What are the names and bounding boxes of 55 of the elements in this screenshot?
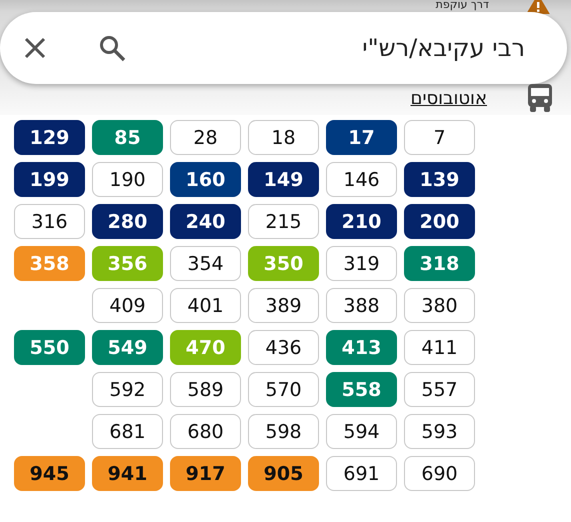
route-button[interactable]: 388 — [326, 288, 397, 323]
search-icon[interactable] — [98, 34, 126, 62]
route-button[interactable]: 149 — [248, 162, 319, 197]
buses-link[interactable]: אוטובוסים — [410, 88, 487, 108]
route-button[interactable]: 558 — [326, 372, 397, 407]
route-button[interactable]: 28 — [170, 120, 241, 155]
route-button[interactable]: 160 — [170, 162, 241, 197]
route-button[interactable]: 85 — [92, 120, 163, 155]
warning-icon — [525, 0, 551, 14]
route-button[interactable]: 401 — [170, 288, 241, 323]
route-button[interactable]: 215 — [248, 204, 319, 239]
route-button[interactable]: 594 — [326, 414, 397, 449]
route-button[interactable]: 190 — [92, 162, 163, 197]
route-button[interactable]: 199 — [14, 162, 85, 197]
close-icon[interactable] — [22, 35, 48, 61]
route-button[interactable]: 210 — [326, 204, 397, 239]
route-button[interactable]: 129 — [14, 120, 85, 155]
route-button[interactable]: 917 — [170, 456, 241, 491]
route-button[interactable]: 319 — [326, 246, 397, 281]
route-button[interactable]: 589 — [170, 372, 241, 407]
route-button[interactable]: 593 — [404, 414, 475, 449]
route-button[interactable]: 941 — [92, 456, 163, 491]
route-button[interactable]: 592 — [92, 372, 163, 407]
route-button[interactable]: 680 — [170, 414, 241, 449]
route-button[interactable]: 316 — [14, 204, 85, 239]
route-button[interactable]: 598 — [248, 414, 319, 449]
route-button[interactable]: 905 — [248, 456, 319, 491]
route-button[interactable]: 318 — [404, 246, 475, 281]
route-button[interactable]: 436 — [248, 330, 319, 365]
route-button[interactable]: 7 — [404, 120, 475, 155]
route-button[interactable]: 549 — [92, 330, 163, 365]
route-button[interactable]: 550 — [14, 330, 85, 365]
route-button[interactable]: 409 — [92, 288, 163, 323]
route-button[interactable]: 200 — [404, 204, 475, 239]
route-button[interactable]: 354 — [170, 246, 241, 281]
route-button[interactable]: 18 — [248, 120, 319, 155]
route-button[interactable]: 691 — [326, 456, 397, 491]
route-button[interactable]: 240 — [170, 204, 241, 239]
bus-icon — [527, 84, 553, 112]
route-button[interactable]: 690 — [404, 456, 475, 491]
route-button[interactable]: 570 — [248, 372, 319, 407]
search-field[interactable]: רבי עקיבא/רש"י — [126, 33, 527, 63]
route-button[interactable]: 411 — [404, 330, 475, 365]
route-button[interactable]: 17 — [326, 120, 397, 155]
route-button[interactable]: 945 — [14, 456, 85, 491]
route-button[interactable]: 557 — [404, 372, 475, 407]
route-button[interactable]: 139 — [404, 162, 475, 197]
route-button[interactable]: 146 — [326, 162, 397, 197]
route-button[interactable]: 389 — [248, 288, 319, 323]
route-button[interactable]: 681 — [92, 414, 163, 449]
route-button[interactable]: 380 — [404, 288, 475, 323]
route-button[interactable]: 280 — [92, 204, 163, 239]
search-bar[interactable]: רבי עקיבא/רש"י — [0, 12, 567, 84]
route-button[interactable]: 413 — [326, 330, 397, 365]
alert-title: דרך עוקפת — [436, 0, 489, 11]
